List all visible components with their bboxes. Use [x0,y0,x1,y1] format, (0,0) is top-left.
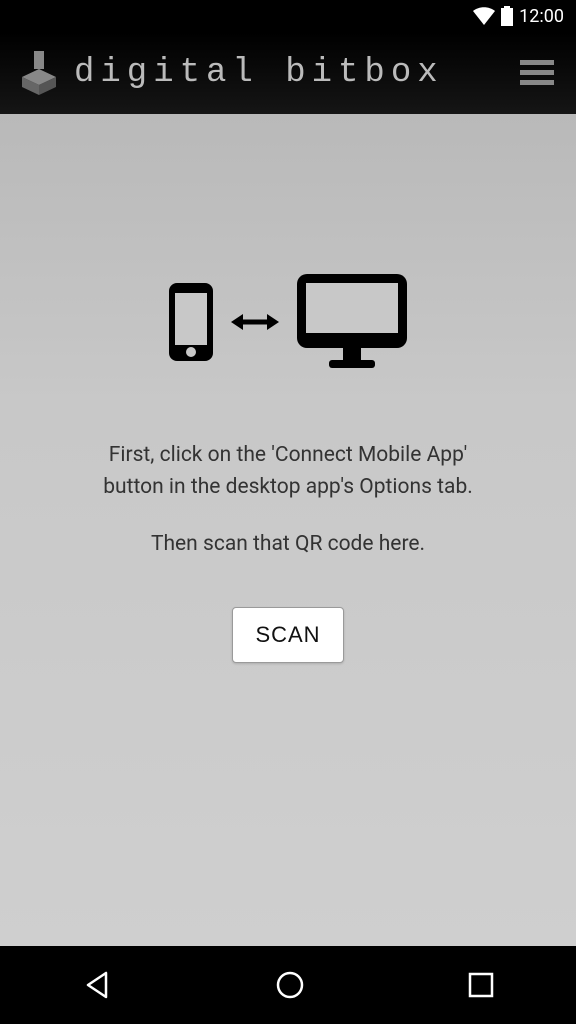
home-icon[interactable] [275,970,305,1000]
pairing-graphic [169,274,407,370]
status-bar: 12:00 [0,0,576,32]
instruction-line-3: Then scan that QR code here. [151,529,425,561]
phone-icon [169,283,213,361]
instruction-line-2: button in the desktop app's Options tab. [103,472,473,504]
app-title: digital bitbox [74,54,444,92]
instruction-block-1: First, click on the 'Connect Mobile App'… [103,440,473,503]
sync-arrows-icon [231,311,279,333]
bitbox-logo-icon [22,51,56,95]
battery-icon [501,6,513,26]
wifi-icon [473,7,495,25]
back-icon[interactable] [82,970,112,1000]
recent-apps-icon[interactable] [468,972,494,998]
instruction-block-2: Then scan that QR code here. [151,529,425,561]
clock-text: 12:00 [519,6,564,27]
instruction-line-1: First, click on the 'Connect Mobile App' [103,440,473,472]
hamburger-menu-icon[interactable] [520,60,554,86]
main-content: First, click on the 'Connect Mobile App'… [0,114,576,946]
app-bar: digital bitbox [0,32,576,114]
scan-button[interactable]: SCAN [232,607,343,663]
desktop-icon [297,274,407,370]
navigation-bar [0,946,576,1024]
